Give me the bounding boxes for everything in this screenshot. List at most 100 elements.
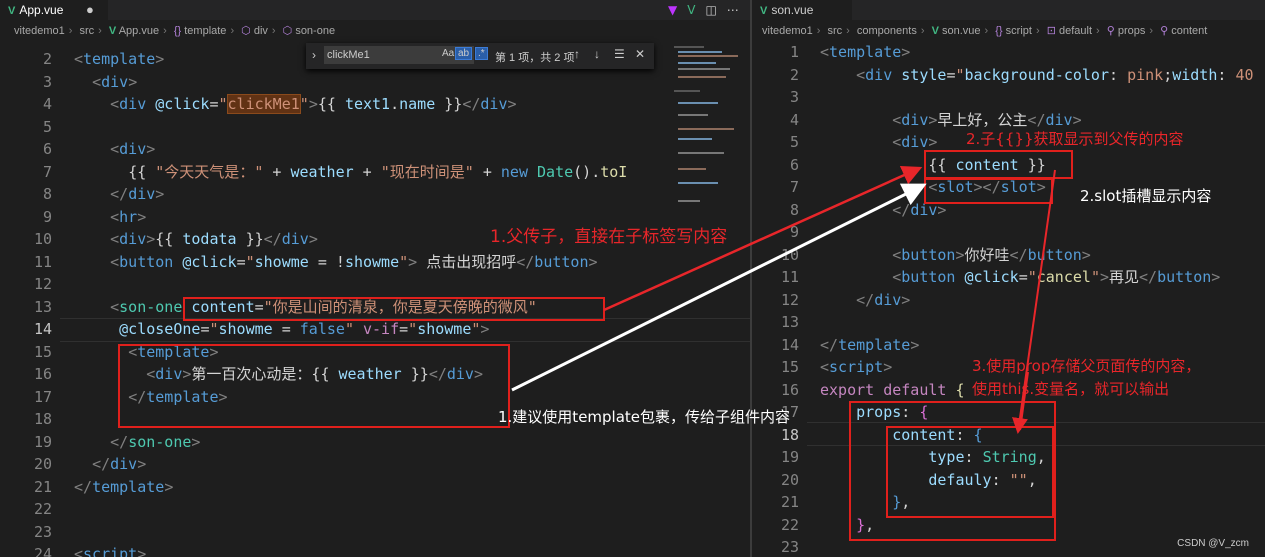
code-text[interactable]: <div> (820, 131, 937, 154)
line-number[interactable]: 15 (752, 356, 799, 379)
code-text[interactable]: <div> (74, 71, 137, 94)
code-text[interactable]: </template> (820, 334, 919, 357)
line-number[interactable]: 19 (0, 431, 52, 454)
code-text[interactable]: @closeOne="showme = false" v-if="showme"… (74, 318, 489, 341)
tab-son-vue[interactable]: Vson.vue (752, 0, 852, 20)
code-line[interactable]: 19 </son-one> (0, 431, 750, 454)
line-number[interactable]: 4 (0, 93, 52, 116)
code-text[interactable]: </template> (74, 476, 173, 499)
minimap[interactable] (668, 42, 750, 557)
next-match-icon[interactable]: ↓ (594, 47, 600, 61)
code-text[interactable]: <button @click="showme = !showme"> 点击出现招… (74, 251, 597, 274)
code-text[interactable]: <template> (820, 41, 910, 64)
line-number[interactable]: 5 (752, 131, 799, 154)
find-in-selection-icon[interactable]: ☰ (614, 47, 625, 61)
breadcrumb-item[interactable]: props (1118, 25, 1146, 37)
breadcrumb-item[interactable]: template (184, 25, 226, 37)
code-line[interactable]: 3 (752, 86, 1265, 109)
line-number[interactable]: 1 (752, 41, 799, 64)
line-number[interactable]: 13 (752, 311, 799, 334)
line-number[interactable]: 22 (0, 498, 52, 521)
code-line[interactable]: 21 </template> (0, 476, 750, 499)
line-number[interactable]: 14 (752, 334, 799, 357)
breadcrumb-item[interactable]: content (1171, 25, 1207, 37)
code-text[interactable]: </div> (74, 453, 146, 476)
line-number[interactable]: 14 (0, 318, 52, 341)
line-number[interactable]: 21 (752, 491, 799, 514)
code-text[interactable]: <div @click="clickMe1">{{ text1.name }}<… (74, 93, 517, 116)
code-text[interactable]: <script> (820, 356, 892, 379)
match-word-toggle[interactable]: ab (454, 47, 473, 60)
code-text[interactable]: <div style="background-color: pink;width… (820, 64, 1253, 87)
vite-icon[interactable]: ▼ (668, 3, 677, 17)
code-text[interactable]: <div> (74, 138, 155, 161)
chevron-right-icon[interactable]: › (312, 48, 316, 62)
line-number[interactable]: 3 (752, 86, 799, 109)
line-number[interactable]: 23 (0, 521, 52, 544)
code-line[interactable]: 4 <div @click="clickMe1">{{ text1.name }… (0, 93, 750, 116)
code-text[interactable]: <div>{{ todata }}</div> (74, 228, 318, 251)
match-case-toggle[interactable]: Aa (440, 48, 456, 59)
code-text[interactable]: <button @click="cancel">再见</button> (820, 266, 1220, 289)
line-number[interactable]: 7 (752, 176, 799, 199)
split-icon[interactable]: ◫ (705, 3, 716, 17)
line-number[interactable]: 23 (752, 536, 799, 557)
breadcrumb-item[interactable]: components (857, 25, 917, 37)
line-number[interactable]: 6 (752, 154, 799, 177)
breadcrumb-item[interactable]: son.vue (942, 25, 981, 37)
code-line[interactable]: 23 (0, 521, 750, 544)
code-text[interactable]: <hr> (74, 206, 146, 229)
breadcrumb-item[interactable]: src (828, 25, 843, 37)
breadcrumb-item[interactable]: src (80, 25, 95, 37)
breadcrumb-item[interactable]: script (1006, 25, 1032, 37)
line-number[interactable]: 5 (0, 116, 52, 139)
code-line[interactable]: 9 (752, 221, 1265, 244)
line-number[interactable]: 9 (0, 206, 52, 229)
breadcrumb-item[interactable]: son-one (295, 25, 335, 37)
code-line[interactable]: 10 <button>你好哇</button> (752, 244, 1265, 267)
regex-toggle[interactable]: .* (475, 47, 488, 60)
line-number[interactable]: 6 (0, 138, 52, 161)
code-line[interactable]: 14 </template> (752, 334, 1265, 357)
code-text[interactable]: <script> (74, 543, 146, 557)
code-line[interactable]: 22 (0, 498, 750, 521)
previous-match-icon[interactable]: ↑ (574, 47, 580, 61)
line-number[interactable]: 20 (0, 453, 52, 476)
code-line[interactable]: 8 </div> (0, 183, 750, 206)
code-line[interactable]: 14 @closeOne="showme = false" v-if="show… (0, 318, 750, 341)
line-number[interactable]: 19 (752, 446, 799, 469)
breadcrumb-item[interactable]: App.vue (119, 25, 159, 37)
tab-app-vue[interactable]: V App.vue ● (0, 0, 108, 20)
code-line[interactable]: 13 (752, 311, 1265, 334)
code-line[interactable]: 6 <div> (0, 138, 750, 161)
code-line[interactable]: 11 <button @click="cancel">再见</button> (752, 266, 1265, 289)
line-number[interactable]: 8 (0, 183, 52, 206)
breadcrumb-item[interactable]: div (254, 25, 268, 37)
breadcrumb-item[interactable]: default (1059, 25, 1092, 37)
line-number[interactable]: 17 (0, 386, 52, 409)
line-number[interactable]: 11 (752, 266, 799, 289)
code-line[interactable]: 5 (0, 116, 750, 139)
line-number[interactable]: 21 (0, 476, 52, 499)
code-line[interactable]: 1 <template> (752, 41, 1265, 64)
more-icon[interactable]: ⋯ (727, 3, 739, 17)
line-number[interactable]: 13 (0, 296, 52, 319)
line-number[interactable]: 24 (0, 543, 52, 557)
code-line[interactable]: 12 </div> (752, 289, 1265, 312)
line-number[interactable]: 10 (0, 228, 52, 251)
breadcrumb-item[interactable]: vitedemo1 (762, 25, 813, 37)
line-number[interactable]: 2 (0, 48, 52, 71)
code-text[interactable]: </div> (820, 289, 910, 312)
code-line[interactable]: 11 <button @click="showme = !showme"> 点击… (0, 251, 750, 274)
code-text[interactable]: export default { (820, 379, 965, 402)
code-line[interactable]: 3 <div> (0, 71, 750, 94)
vue-icon[interactable]: V (687, 3, 695, 17)
code-text[interactable]: </div> (74, 183, 164, 206)
line-number[interactable]: 12 (752, 289, 799, 312)
code-line[interactable]: 2 <div style="background-color: pink;wid… (752, 64, 1265, 87)
line-number[interactable]: 2 (752, 64, 799, 87)
code-line[interactable]: 24 <script> (0, 543, 750, 557)
line-number[interactable]: 10 (752, 244, 799, 267)
line-number[interactable]: 18 (0, 408, 52, 431)
code-text[interactable]: </son-one> (74, 431, 200, 454)
